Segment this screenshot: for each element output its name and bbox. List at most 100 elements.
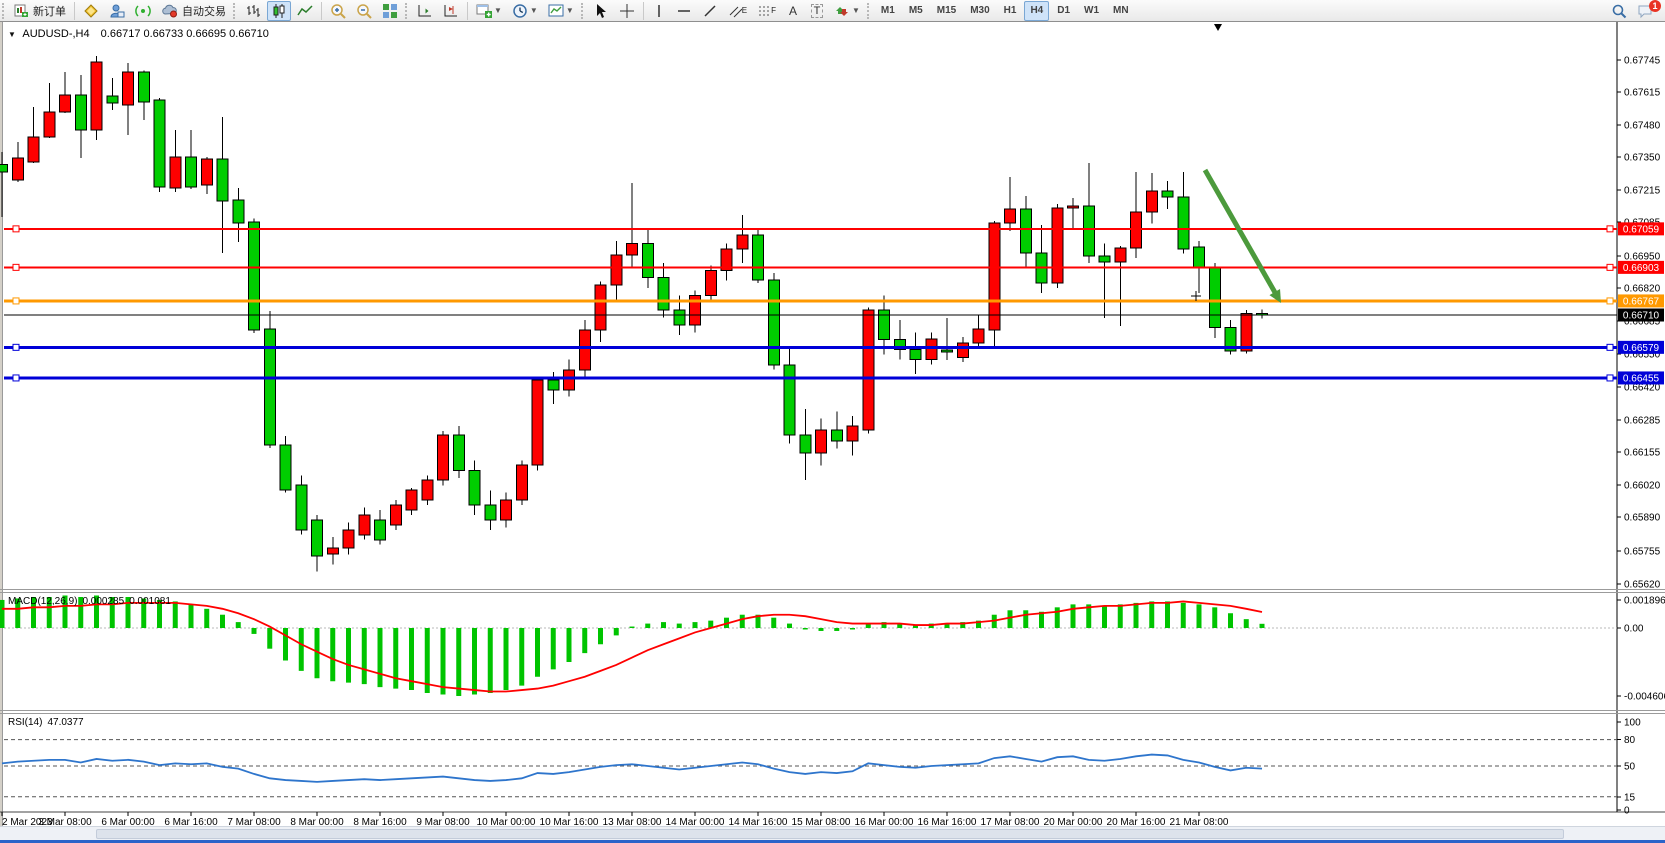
price-tick-label: 0.67480 <box>1624 121 1661 132</box>
candle <box>170 130 181 192</box>
price-tick-label: 0.66285 <box>1624 416 1661 427</box>
line-handle[interactable] <box>1607 375 1613 381</box>
candle <box>658 263 669 317</box>
macd-indicator-label: MACD(12,26,9)0.0002850.001081 <box>8 596 176 607</box>
line-handle[interactable] <box>13 298 19 304</box>
price-tick-label: 0.66020 <box>1624 481 1661 492</box>
macd-name: MACD(12,26,9) <box>8 596 77 607</box>
price-tick-label: 0.67745 <box>1624 56 1661 67</box>
line-handle[interactable] <box>13 344 19 350</box>
rsi-tick-label: 80 <box>1624 735 1636 746</box>
candle <box>501 493 512 528</box>
chart-canvas: 0.677450.676150.674800.673500.672150.670… <box>0 0 1665 843</box>
candle <box>438 431 449 485</box>
macd-axis: 0.0018960.00-0.004606 <box>1617 596 1665 703</box>
candle <box>1036 225 1047 293</box>
mt4-chart-window: { "toolbar": { "new_order_label": "新订单",… <box>0 0 1665 843</box>
pane-splitter[interactable] <box>0 589 1665 590</box>
rsi-tick-label: 100 <box>1624 718 1641 729</box>
candle <box>312 515 323 572</box>
macd-histogram <box>2 596 1262 696</box>
line-handle[interactable] <box>13 375 19 381</box>
price-badge: 0.66455 <box>1618 371 1664 384</box>
candle <box>784 347 795 443</box>
candle <box>800 409 811 480</box>
svg-text:0.66455: 0.66455 <box>1623 373 1660 384</box>
symbol-period-label: AUDUSD-,H4 <box>22 28 89 40</box>
chart-top-marker <box>1214 24 1222 31</box>
candle <box>327 537 338 564</box>
candle <box>359 508 370 540</box>
price-tick-label: 0.66155 <box>1624 448 1661 459</box>
candle <box>894 320 905 359</box>
horizontal-line-0.66455[interactable] <box>4 375 1617 381</box>
candle <box>910 332 921 374</box>
pane-splitter <box>0 713 1665 714</box>
line-handle[interactable] <box>1607 264 1613 270</box>
candle <box>753 229 764 283</box>
price-badge: 0.66903 <box>1618 261 1664 274</box>
price-tick-label: 0.67615 <box>1624 88 1661 99</box>
candle <box>1162 181 1173 209</box>
rsi-indicator-label: RSI(14)47.0377 <box>8 717 89 728</box>
candle <box>154 98 165 192</box>
candle <box>91 56 102 140</box>
price-tick-label: 0.66950 <box>1624 252 1661 263</box>
candle <box>201 157 212 194</box>
candle <box>942 318 953 360</box>
candle <box>343 522 354 554</box>
rsi-name: RSI(14) <box>8 717 42 728</box>
pane-splitter[interactable] <box>0 710 1665 711</box>
rsi-tick-label: 0 <box>1624 806 1630 817</box>
candle <box>217 117 228 253</box>
candle <box>973 315 984 348</box>
candle <box>44 83 55 138</box>
price-badge: 0.66579 <box>1618 341 1664 354</box>
horizontal-line-0.67059[interactable] <box>4 226 1617 232</box>
horizontal-line-0.66579[interactable] <box>4 344 1617 350</box>
rsi-tick-label: 15 <box>1624 792 1636 803</box>
candle <box>642 229 653 288</box>
candle <box>705 266 716 303</box>
candle <box>138 71 149 121</box>
candle <box>847 416 858 455</box>
ohlc-values: 0.66717 0.66733 0.66695 0.66710 <box>101 28 269 40</box>
horizontal-scrollbar[interactable] <box>0 826 1665 840</box>
candle <box>1005 177 1016 231</box>
candle <box>1020 196 1031 268</box>
candle <box>768 273 779 369</box>
candle <box>611 241 622 303</box>
horizontal-line-0.66903[interactable] <box>4 264 1617 270</box>
candle <box>12 142 23 182</box>
line-handle[interactable] <box>13 226 19 232</box>
candle <box>690 290 701 332</box>
candle <box>863 308 874 434</box>
price-badge: 0.66767 <box>1618 294 1664 307</box>
horizontal-line-0.66767[interactable] <box>4 298 1617 304</box>
candle <box>879 295 890 354</box>
price-tick-label: 0.65755 <box>1624 547 1661 558</box>
candle <box>957 337 968 362</box>
candle <box>532 377 543 471</box>
line-handle[interactable] <box>1607 226 1613 232</box>
line-handle[interactable] <box>1607 298 1613 304</box>
one-click-trading-toggle[interactable]: ▼ <box>8 30 16 39</box>
candle <box>233 188 244 242</box>
line-handle[interactable] <box>13 264 19 270</box>
rsi-tick-label: 50 <box>1624 762 1636 773</box>
macd-main-value: 0.000285 <box>82 596 124 607</box>
scrollbar-thumb[interactable] <box>96 829 1564 839</box>
candle <box>453 426 464 478</box>
candle <box>516 461 527 505</box>
candle <box>1099 243 1110 318</box>
line-handle[interactable] <box>1607 344 1613 350</box>
svg-text:0.66579: 0.66579 <box>1623 343 1660 354</box>
candle <box>595 282 606 342</box>
svg-text:0.66903: 0.66903 <box>1623 263 1660 274</box>
candle <box>296 475 307 534</box>
macd-tick-label: 0.00 <box>1624 624 1644 635</box>
candle <box>485 490 496 530</box>
candle <box>390 500 401 530</box>
candle <box>249 219 260 333</box>
candle <box>107 78 118 110</box>
